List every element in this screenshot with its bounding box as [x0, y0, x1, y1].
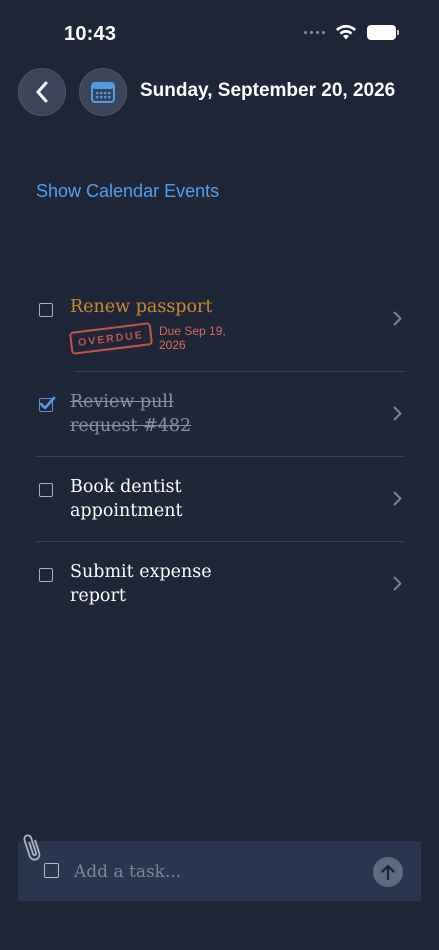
task-title: Submit expense report [70, 562, 212, 606]
calendar-button[interactable] [79, 68, 127, 116]
status-icons [304, 24, 399, 40]
due-date: Due Sep 19, 2026 [159, 324, 226, 352]
chevron-left-icon [36, 81, 48, 103]
task-row[interactable]: Book dentist appointment [36, 457, 404, 542]
arrow-up-icon [381, 864, 395, 880]
overdue-badge: OVERDUE [68, 322, 154, 355]
task-checkbox[interactable] [39, 568, 53, 582]
back-button[interactable] [18, 68, 66, 116]
header: Sunday, September 20, 2026 [0, 68, 439, 116]
task-row[interactable]: Renew passport OVERDUE Due Sep 19, 2026 [36, 286, 404, 372]
add-task-input[interactable] [72, 856, 356, 888]
task-title: Review pull request #482 [70, 392, 192, 436]
task-checkbox-checked[interactable] [39, 396, 56, 412]
task-row[interactable]: Review pull request #482 [36, 372, 404, 457]
calendar-icon [91, 82, 115, 103]
task-row[interactable]: Submit expense report [36, 542, 404, 627]
chevron-right-icon [393, 311, 402, 326]
status-time: 10:43 [64, 23, 117, 45]
status-bar: 10:43 [0, 0, 439, 70]
task-list: Renew passport OVERDUE Due Sep 19, 2026 … [36, 286, 404, 627]
task-title: Renew passport [70, 297, 213, 317]
chevron-right-icon [393, 491, 402, 506]
page-title: Sunday, September 20, 2026 [140, 80, 396, 101]
chevron-right-icon [393, 406, 402, 421]
paperclip-icon[interactable] [22, 830, 46, 864]
new-task-checkbox[interactable] [44, 863, 59, 878]
chevron-right-icon [393, 576, 402, 591]
checkmark-icon [39, 396, 56, 410]
task-checkbox[interactable] [39, 483, 53, 497]
wifi-icon [336, 24, 356, 40]
send-button[interactable] [373, 857, 403, 887]
battery-icon [367, 24, 399, 40]
add-task-composer [18, 841, 421, 901]
show-calendar-events-link[interactable]: Show Calendar Events [36, 181, 219, 202]
signal-dots-icon [304, 30, 325, 34]
task-title: Book dentist appointment [70, 477, 183, 521]
task-checkbox[interactable] [39, 303, 53, 317]
